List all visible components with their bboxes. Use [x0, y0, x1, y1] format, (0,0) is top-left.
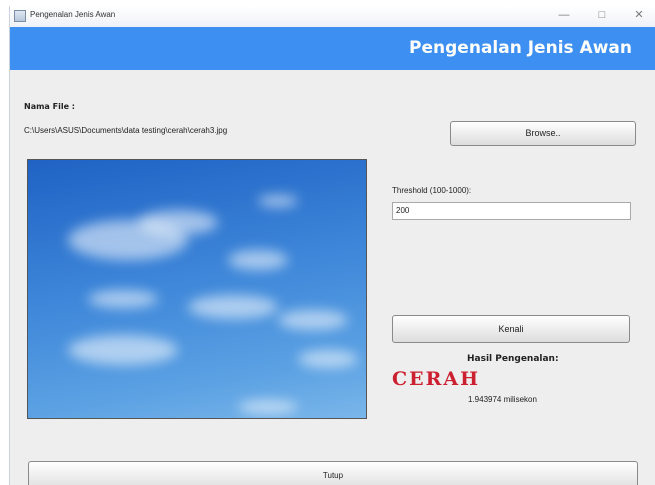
threshold-label: Threshold (100-1000):: [392, 186, 472, 195]
header-banner: Pengenalan Jenis Awan: [10, 27, 655, 70]
title-bar: Pengenalan Jenis Awan — □ ✕: [10, 6, 655, 28]
window-title: Pengenalan Jenis Awan: [30, 10, 116, 19]
sky-image: [27, 159, 367, 419]
minimize-button[interactable]: —: [550, 7, 578, 24]
file-path: C:\Users\ASUS\Documents\data testing\cer…: [24, 126, 228, 135]
file-name-label: Nama File :: [24, 102, 75, 111]
result-heading: Hasil Pengenalan:: [467, 354, 559, 364]
app-window: Pengenalan Jenis Awan — □ ✕ Pengenalan J…: [9, 6, 655, 485]
processing-time: 1.943974 milisekon: [468, 395, 537, 404]
app-icon: [14, 10, 26, 22]
result-value: CERAH: [392, 368, 481, 390]
maximize-button[interactable]: □: [588, 7, 616, 24]
close-button[interactable]: Tutup: [28, 461, 638, 485]
threshold-input[interactable]: 200: [392, 202, 631, 220]
close-window-button[interactable]: ✕: [625, 7, 653, 24]
browse-button[interactable]: Browse..: [450, 121, 636, 146]
recognize-button[interactable]: Kenali: [392, 315, 630, 343]
page-title: Pengenalan Jenis Awan: [409, 38, 632, 58]
